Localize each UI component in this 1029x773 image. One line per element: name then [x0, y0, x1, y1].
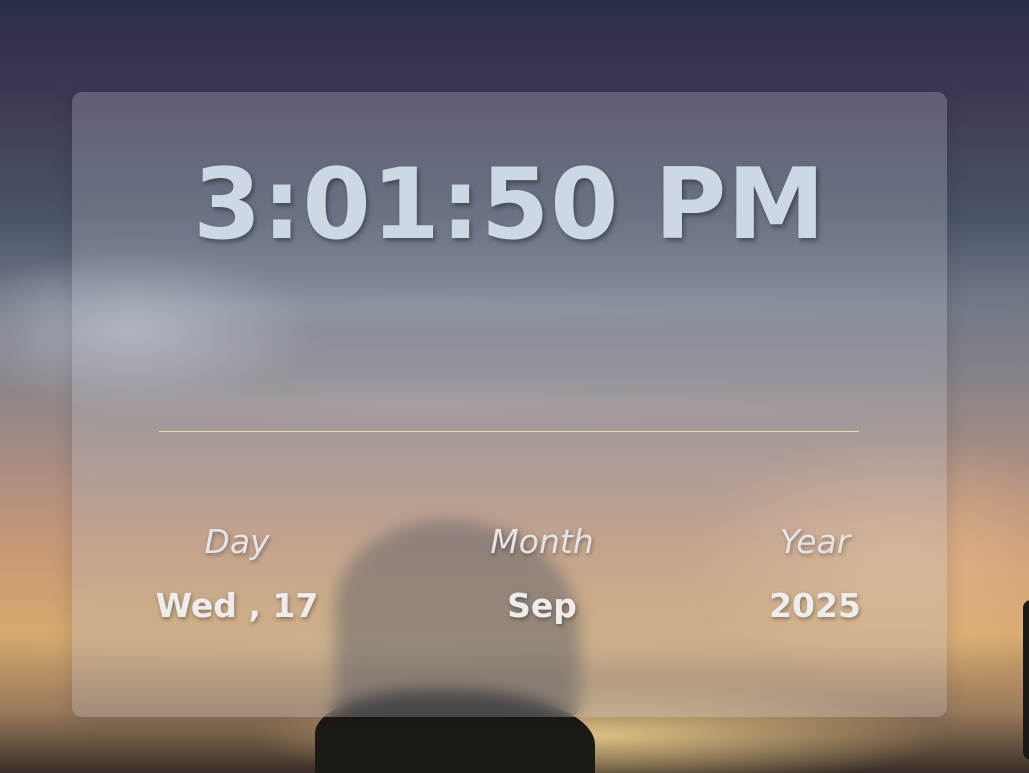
month-column: Month Sep	[442, 520, 642, 626]
day-label: Day	[204, 522, 270, 561]
year-value: 2025	[769, 586, 861, 625]
month-value: Sep	[507, 586, 577, 625]
rock-edge	[1023, 600, 1029, 760]
divider-line	[159, 431, 859, 432]
day-value: Wed , 17	[155, 586, 319, 625]
year-label: Year	[779, 522, 851, 561]
month-label: Month	[490, 522, 594, 561]
clock-time: 3:01:50 PM	[193, 148, 826, 262]
day-column: Day Wed , 17	[137, 520, 337, 626]
year-column: Year 2025	[715, 520, 915, 626]
